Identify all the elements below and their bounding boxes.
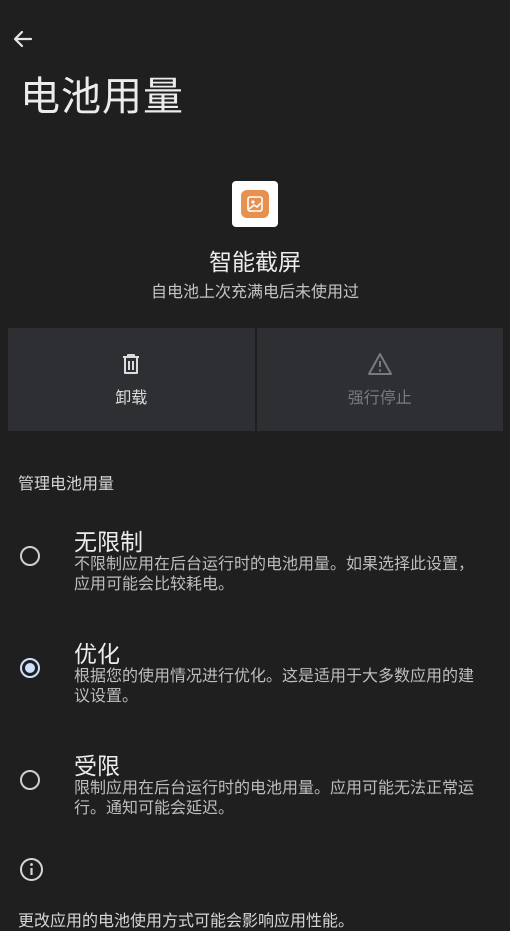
option-restricted[interactable]: 受限 限制应用在后台运行时的电池用量。应用可能无法正常运行。通知可能会延迟。 [0,744,510,844]
option-description: 不限制应用在后台运行时的电池用量。如果选择此设置，应用可能会比较耗电。 [74,554,475,593]
warning-icon [367,352,392,375]
uninstall-label: 卸载 [115,387,148,407]
section-title: 管理电池用量 [18,474,115,493]
force-stop-button[interactable]: 强行停止 [256,328,503,431]
option-title: 无限制 [74,530,143,556]
uninstall-button[interactable]: 卸载 [8,328,255,431]
option-unrestricted[interactable]: 无限制 不限制应用在后台运行时的电池用量。如果选择此设置，应用可能会比较耗电。 [0,520,510,620]
radio-optimized[interactable] [20,658,40,678]
app-name: 智能截屏 [209,250,301,276]
radio-restricted[interactable] [20,770,40,790]
action-bar: 卸载 强行停止 [8,328,503,431]
app-icon [232,181,278,227]
app-usage-status: 自电池上次充满电后未使用过 [150,282,359,301]
page-title: 电池用量 [20,74,184,120]
option-description: 根据您的使用情况进行优化。这是适用于大多数应用的建议设置。 [74,666,475,705]
image-icon [247,196,263,212]
info-icon [20,858,43,881]
trash-icon [123,353,140,374]
option-title: 受限 [74,754,120,780]
force-stop-label: 强行停止 [347,387,412,407]
option-description: 限制应用在后台运行时的电池用量。应用可能无法正常运行。通知可能会延迟。 [74,778,475,817]
radio-unrestricted[interactable] [20,546,40,566]
footer-note: 更改应用的电池使用方式可能会影响应用性能。 [18,911,355,930]
back-button[interactable] [8,24,38,54]
arrow-left-icon [13,30,33,48]
option-title: 优化 [74,642,120,668]
option-optimized[interactable]: 优化 根据您的使用情况进行优化。这是适用于大多数应用的建议设置。 [0,632,510,732]
